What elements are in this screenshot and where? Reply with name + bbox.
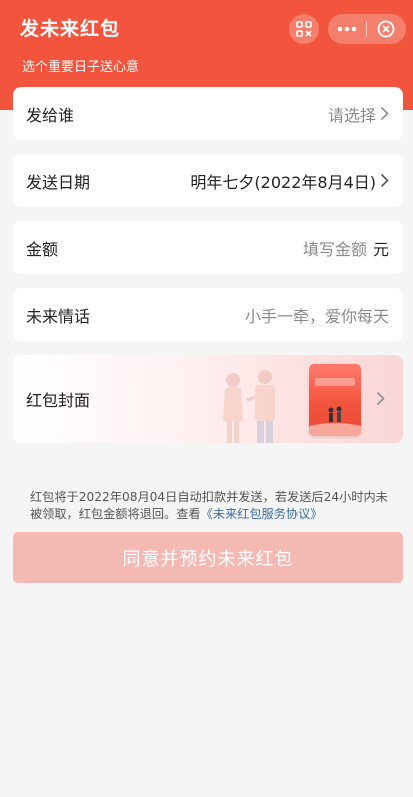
- send-date-row[interactable]: 发送日期 明年七夕(2022年8月4日): [13, 154, 403, 207]
- send-date-value: 明年七夕(2022年8月4日): [190, 172, 376, 192]
- miniprogram-capsule: [328, 14, 406, 44]
- chevron-right-icon: [376, 391, 385, 410]
- page-subtitle: 选个重要日子送心意: [22, 60, 140, 75]
- recipient-select[interactable]: 请选择: [328, 102, 389, 126]
- send-date-select[interactable]: 明年七夕(2022年8月4日): [190, 169, 389, 193]
- message-label: 未来情话: [26, 306, 91, 326]
- page-title: 发未来红包: [20, 18, 121, 40]
- more-dots-icon: [337, 26, 357, 32]
- submit-button[interactable]: 同意并预约未来红包: [13, 532, 403, 583]
- message-input[interactable]: 小手一牵，爱你每天: [245, 303, 389, 327]
- amount-input[interactable]: 填写金额: [303, 236, 367, 260]
- couple-illustration: [223, 370, 275, 443]
- close-button[interactable]: [367, 14, 405, 44]
- chevron-right-icon: [380, 173, 389, 188]
- amount-row: 金额 填写金额 元: [13, 221, 403, 274]
- notice-text: 红包将于2022年08月04日自动扣款并发送，若发送后24小时内未被领取，红包金…: [30, 489, 390, 523]
- recipient-label: 发给谁: [26, 105, 75, 125]
- recipient-row[interactable]: 发给谁 请选择: [13, 87, 403, 140]
- service-agreement-link[interactable]: 《未来红包服务协议》: [201, 507, 323, 521]
- cover-thumbnail: [309, 364, 361, 436]
- cover-row[interactable]: 红包封面: [13, 355, 403, 443]
- more-button[interactable]: [328, 14, 366, 44]
- send-date-label: 发送日期: [26, 172, 91, 192]
- close-icon: [377, 20, 395, 38]
- chevron-right-icon: [380, 106, 389, 121]
- recipient-value: 请选择: [327, 105, 376, 125]
- amount-input-wrap: 填写金额 元: [303, 236, 389, 260]
- amount-label: 金额: [26, 239, 59, 259]
- message-input-wrap: 小手一牵，爱你每天: [245, 303, 389, 327]
- scan-icon: [296, 21, 312, 37]
- cover-label: 红包封面: [26, 391, 91, 410]
- message-row: 未来情话 小手一牵，爱你每天: [13, 288, 403, 341]
- amount-unit: 元: [372, 239, 389, 259]
- scan-button[interactable]: [289, 14, 319, 44]
